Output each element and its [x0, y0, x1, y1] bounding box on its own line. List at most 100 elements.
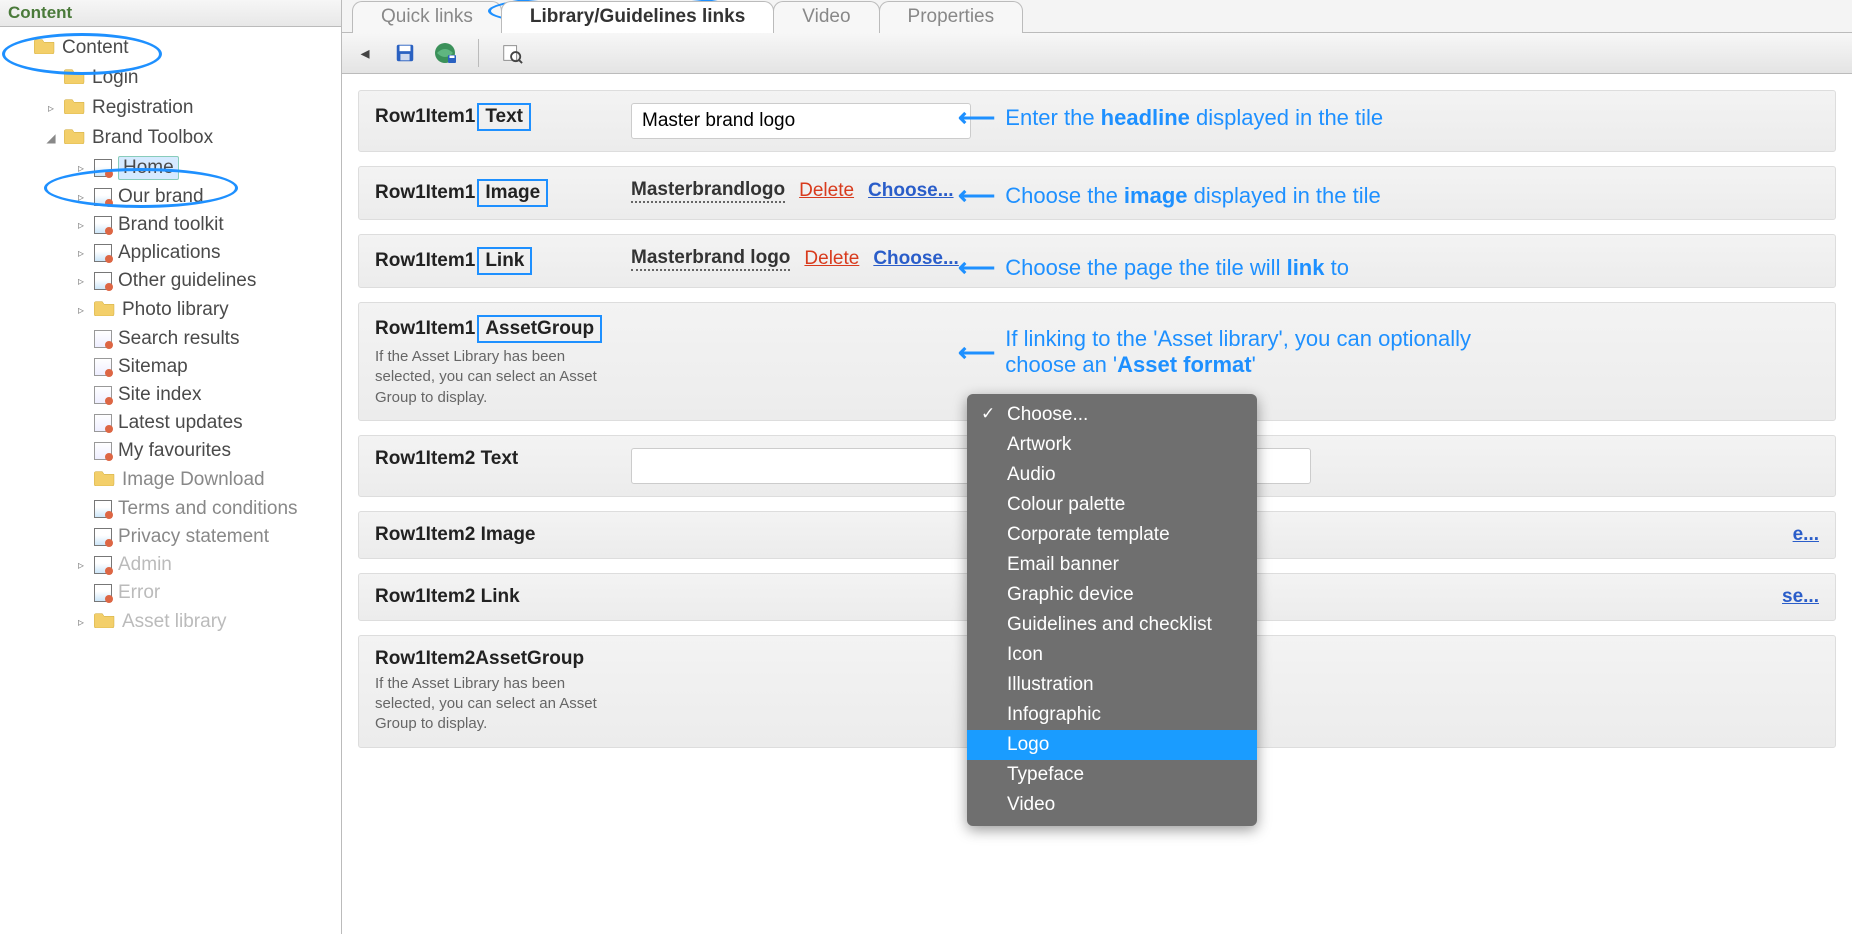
tree-node-brand-toolkit[interactable]: ▹ Brand toolkit: [0, 211, 341, 239]
save-button[interactable]: [392, 40, 418, 66]
row1item1-image-delete[interactable]: Delete: [799, 180, 854, 202]
page-icon: [94, 272, 112, 290]
tree-node-site-index[interactable]: Site index: [0, 381, 341, 409]
expand-icon[interactable]: ▹: [44, 101, 58, 115]
expand-icon[interactable]: ▹: [74, 161, 88, 175]
tree-node-terms-and-conditions[interactable]: Terms and conditions: [0, 495, 341, 523]
tree-node-admin[interactable]: ▹ Admin: [0, 551, 341, 579]
tree-node-search-results[interactable]: Search results: [0, 325, 341, 353]
tree-node-other-guidelines[interactable]: ▹ Other guidelines: [0, 267, 341, 295]
tree-label: Terms and conditions: [118, 498, 298, 520]
row1item2-link-label: Row1Item2 Link: [375, 586, 605, 608]
tree-node-sitemap[interactable]: Sitemap: [0, 353, 341, 381]
tab-video[interactable]: Video: [773, 1, 879, 33]
dropdown-item-logo[interactable]: Logo: [967, 730, 1257, 760]
folder-icon: [34, 36, 56, 60]
tree-node-privacy-statement[interactable]: Privacy statement: [0, 523, 341, 551]
assetgroup-dropdown[interactable]: Choose...ArtworkAudioColour paletteCorpo…: [967, 394, 1257, 826]
document-icon: [94, 414, 112, 432]
annotation-box-link: Link: [477, 247, 532, 275]
tab-library-guidelines-links[interactable]: Library/Guidelines links: [501, 1, 774, 33]
page-icon: [94, 556, 112, 574]
dropdown-item-graphic-device[interactable]: Graphic device: [967, 580, 1257, 610]
expand-icon[interactable]: ▹: [74, 303, 88, 317]
dropdown-item-email-banner[interactable]: Email banner: [967, 550, 1257, 580]
folder-icon: [64, 126, 86, 150]
page-icon: [94, 159, 112, 177]
document-icon: [94, 386, 112, 404]
row1item1-text-label: Row1Item1Text: [375, 103, 605, 131]
tree-node-error[interactable]: Error: [0, 579, 341, 607]
tree-label: Brand toolkit: [118, 214, 224, 236]
tree-node-image-download[interactable]: Image Download: [0, 465, 341, 495]
tree-node-home[interactable]: ▹Home: [0, 153, 341, 183]
tree-label: Latest updates: [118, 412, 243, 434]
tree-node-photo-library[interactable]: ▹Photo library: [0, 295, 341, 325]
tree-node-latest-updates[interactable]: Latest updates: [0, 409, 341, 437]
row1item1-image-choose[interactable]: Choose...: [868, 180, 954, 202]
row1item2-assetgroup-help: If the Asset Library has been selected, …: [375, 674, 605, 735]
dropdown-item-infographic[interactable]: Infographic: [967, 700, 1257, 730]
preview-button[interactable]: [499, 40, 525, 66]
dropdown-item-colour-palette[interactable]: Colour palette: [967, 490, 1257, 520]
arrow-left-icon: ⟵: [958, 180, 995, 211]
callout-link: ⟵ Choose the page the tile will link to: [958, 252, 1349, 283]
row1item1-link-value[interactable]: Masterbrand logo: [631, 247, 790, 271]
row1item1-image-value[interactable]: Masterbrandlogo: [631, 179, 785, 203]
tree-node-applications[interactable]: ▹Applications: [0, 239, 341, 267]
row1item1-link-delete[interactable]: Delete: [804, 248, 859, 270]
tree-node-content[interactable]: Content: [0, 33, 341, 63]
tree-node-login[interactable]: Login: [0, 63, 341, 93]
expand-icon[interactable]: ▹: [74, 558, 88, 572]
expand-icon[interactable]: ◢: [44, 131, 58, 145]
row1item2-assetgroup-label: Row1Item2AssetGroup If the Asset Library…: [375, 648, 605, 735]
dropdown-item-typeface[interactable]: Typeface: [967, 760, 1257, 790]
tree-label: Admin: [118, 554, 172, 576]
page-icon: [94, 528, 112, 546]
expand-icon[interactable]: ▹: [74, 615, 88, 629]
tree-label: Image Download: [122, 469, 265, 491]
dropdown-item-audio[interactable]: Audio: [967, 460, 1257, 490]
expand-icon[interactable]: ▹: [74, 190, 88, 204]
tree-node-our-brand[interactable]: ▹Our brand: [0, 183, 341, 211]
page-icon: [94, 216, 112, 234]
dropdown-item-artwork[interactable]: Artwork: [967, 430, 1257, 460]
annotation-box-text: Text: [477, 103, 531, 131]
dropdown-item-video[interactable]: Video: [967, 790, 1257, 820]
toolbar-separator: [478, 39, 479, 67]
row1item2-link-choose-partial[interactable]: se...: [1782, 586, 1819, 608]
document-icon: [94, 330, 112, 348]
save-publish-button[interactable]: [432, 40, 458, 66]
row1item2-text-label: Row1Item2 Text: [375, 448, 605, 470]
tree-label: Privacy statement: [118, 526, 269, 548]
annotation-box-assetgroup: AssetGroup: [477, 315, 602, 343]
tree-node-my-favourites[interactable]: My favourites: [0, 437, 341, 465]
dropdown-item-choose-[interactable]: Choose...: [967, 400, 1257, 430]
dropdown-item-illustration[interactable]: Illustration: [967, 670, 1257, 700]
document-icon: [94, 358, 112, 376]
tab-quick-links[interactable]: Quick links: [352, 1, 502, 33]
page-icon: [94, 584, 112, 602]
row1item1-assetgroup-label: Row1Item1AssetGroup If the Asset Library…: [375, 315, 605, 408]
row1item1-link-label: Row1Item1Link: [375, 247, 605, 275]
expand-icon[interactable]: ▹: [74, 218, 88, 232]
folder-icon: [94, 468, 116, 492]
tree-node-asset-library[interactable]: ▹Asset library: [0, 607, 341, 637]
back-button[interactable]: ◂: [352, 40, 378, 66]
row1item1-link-choose[interactable]: Choose...: [873, 248, 959, 270]
tree-node-brand-toolbox[interactable]: ◢Brand Toolbox: [0, 123, 341, 153]
dropdown-item-icon[interactable]: Icon: [967, 640, 1257, 670]
expand-icon[interactable]: ▹: [74, 274, 88, 288]
tree-node-registration[interactable]: ▹Registration: [0, 93, 341, 123]
tree-label: Other guidelines: [118, 270, 256, 292]
arrow-left-icon: ⟵: [958, 252, 995, 283]
folder-icon: [94, 610, 116, 634]
row1item1-text-input[interactable]: [631, 103, 971, 139]
dropdown-item-guidelines-and-checklist[interactable]: Guidelines and checklist: [967, 610, 1257, 640]
row1item2-image-choose-partial[interactable]: e...: [1793, 524, 1819, 546]
tab-properties[interactable]: Properties: [879, 1, 1024, 33]
callout-image: ⟵ Choose the image displayed in the tile: [958, 180, 1381, 211]
dropdown-item-corporate-template[interactable]: Corporate template: [967, 520, 1257, 550]
expand-icon[interactable]: ▹: [74, 246, 88, 260]
tree-label: Search results: [118, 328, 239, 350]
